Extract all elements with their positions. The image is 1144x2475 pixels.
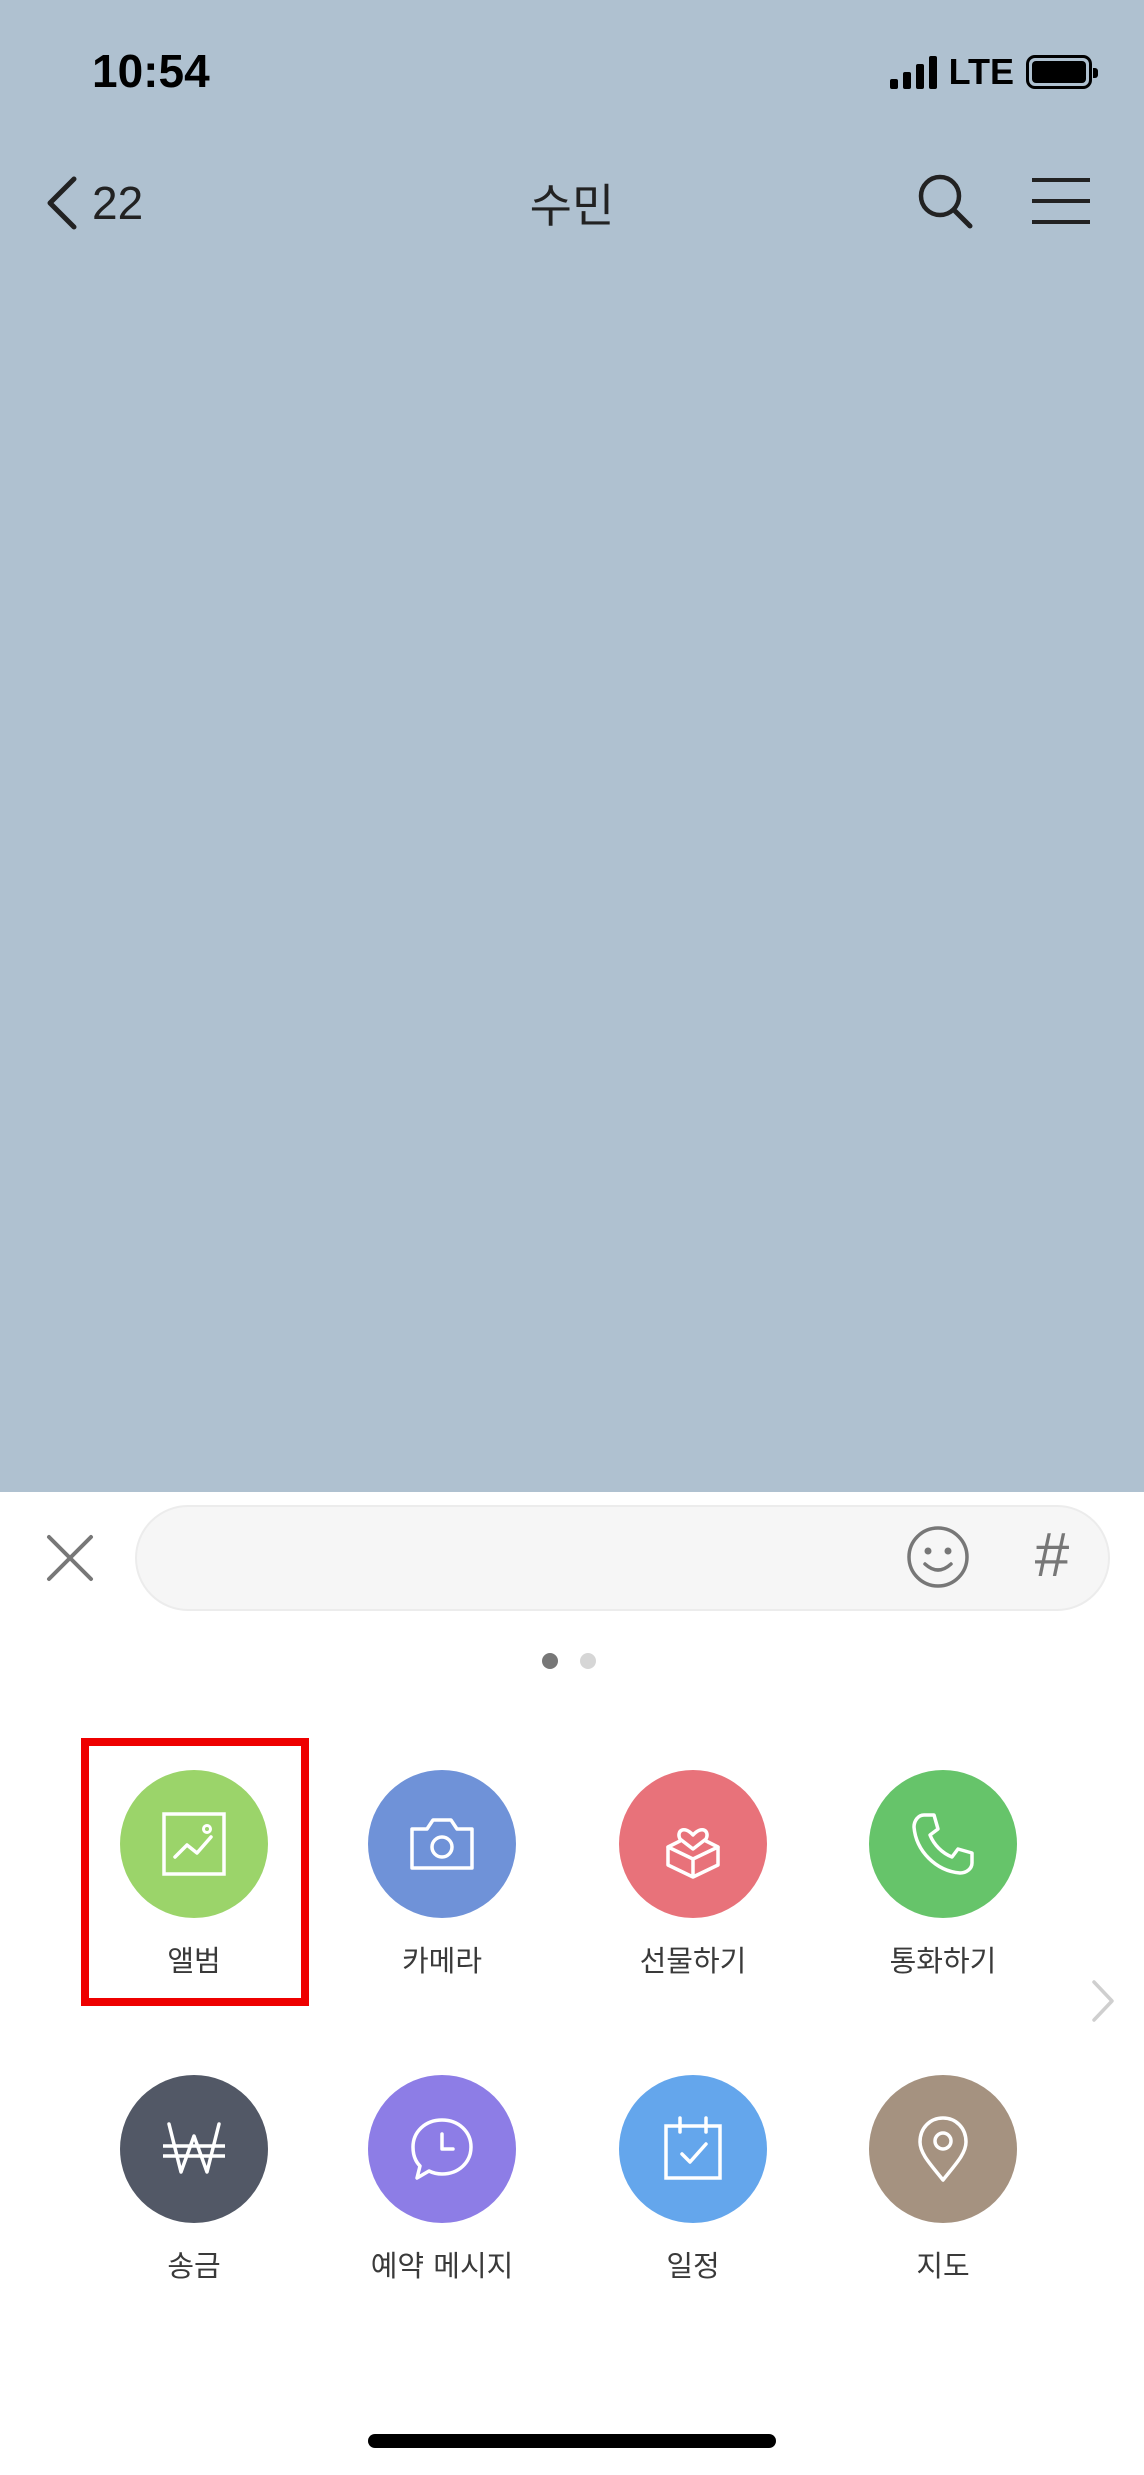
app-label: 지도 bbox=[916, 2249, 970, 2283]
app-label: 예약 메시지 bbox=[370, 2249, 514, 2283]
hash-button[interactable]: # bbox=[1024, 1522, 1080, 1588]
camera-icon bbox=[410, 1818, 474, 1870]
home-indicator[interactable] bbox=[368, 2434, 776, 2448]
menu-icon[interactable] bbox=[1030, 176, 1092, 226]
page-indicator bbox=[542, 1653, 596, 1669]
app-gift-circle bbox=[619, 1770, 767, 1918]
app-transfer-circle bbox=[120, 2075, 268, 2223]
search-icon[interactable] bbox=[916, 172, 974, 230]
app-scheduled-message[interactable]: 예약 메시지 bbox=[317, 2075, 567, 2285]
app-label: 일정 bbox=[666, 2249, 720, 2283]
chat-messages-area[interactable]: 10:54 LTE 22 수민 bbox=[0, 0, 1144, 1492]
app-label: 선물하기 bbox=[639, 1944, 747, 1978]
app-camera-circle bbox=[368, 1770, 516, 1918]
battery-icon bbox=[1026, 55, 1098, 89]
close-icon[interactable] bbox=[44, 1532, 96, 1584]
map-pin-icon bbox=[918, 2116, 968, 2182]
calendar-icon bbox=[664, 2116, 722, 2180]
scheduled-message-icon bbox=[411, 2118, 473, 2180]
app-gift[interactable]: 선물하기 bbox=[568, 1770, 818, 1980]
page-dot bbox=[580, 1653, 596, 1669]
app-transfer[interactable]: 송금 bbox=[69, 2075, 319, 2285]
signal-icon bbox=[889, 55, 937, 89]
album-highlight-box bbox=[81, 1738, 309, 2006]
hash-label: # bbox=[1035, 1522, 1070, 1588]
app-schedule-circle bbox=[619, 2075, 767, 2223]
app-label: 통화하기 bbox=[889, 1944, 997, 1978]
input-bar bbox=[0, 1492, 1144, 1627]
app-schedule[interactable]: 일정 bbox=[568, 2075, 818, 2285]
status-time: 10:54 bbox=[92, 45, 210, 97]
app-label: 카메라 bbox=[401, 1944, 483, 1978]
status-indicators: LTE bbox=[889, 51, 1098, 92]
page-dot bbox=[542, 1653, 558, 1669]
gift-icon bbox=[666, 1828, 720, 1879]
network-type: LTE bbox=[948, 51, 1014, 92]
app-scheduled-message-circle bbox=[368, 2075, 516, 2223]
phone-icon bbox=[912, 1813, 974, 1875]
app-map-circle bbox=[869, 2075, 1017, 2223]
won-icon bbox=[163, 2122, 225, 2174]
app-map[interactable]: 지도 bbox=[818, 2075, 1068, 2285]
chat-screen: 10:54 LTE 22 수민 # 앨범 카메라 선물하기 통화하기 송금 예약… bbox=[0, 0, 1144, 2475]
app-call-circle bbox=[869, 1770, 1017, 1918]
app-call[interactable]: 통화하기 bbox=[818, 1770, 1068, 1980]
app-camera[interactable]: 카메라 bbox=[317, 1770, 567, 1980]
chevron-right-icon[interactable] bbox=[1088, 1978, 1118, 2024]
smiley-icon[interactable] bbox=[905, 1524, 971, 1590]
app-label: 송금 bbox=[167, 2249, 221, 2283]
